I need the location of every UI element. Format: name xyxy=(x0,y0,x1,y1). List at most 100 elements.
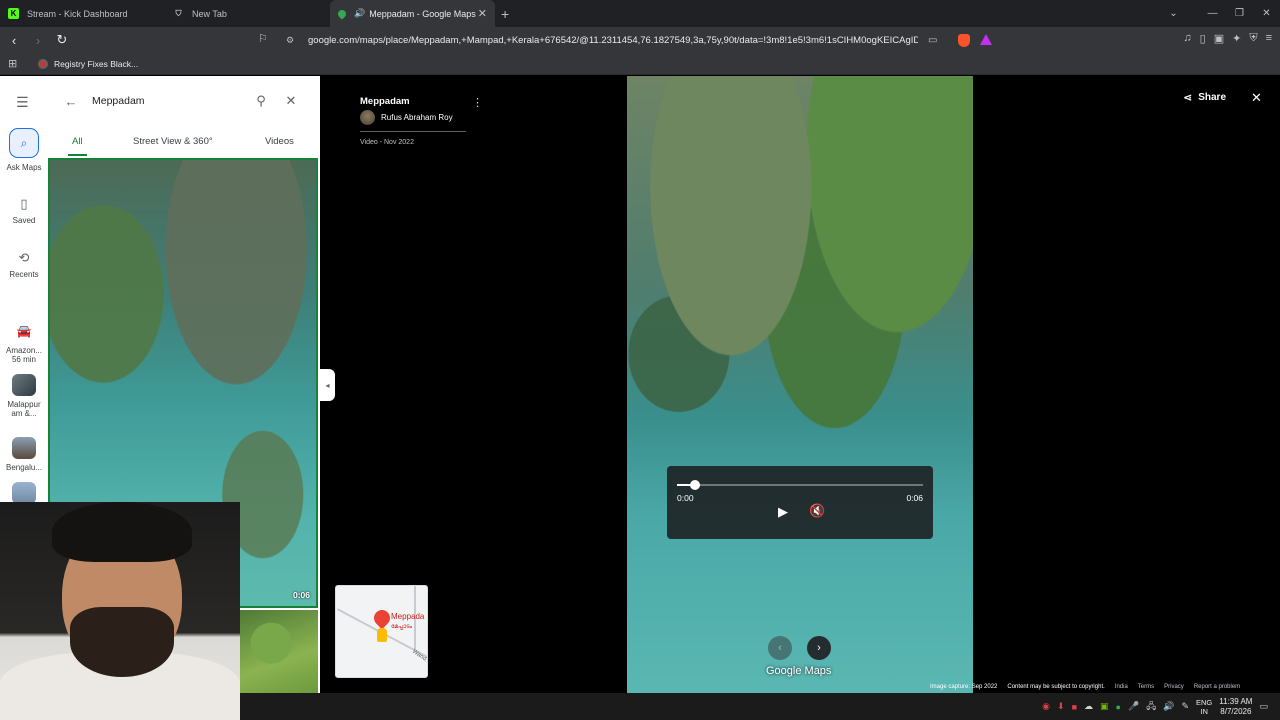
windows-taskbar: ◉ ⬇ ■ ☁ ▣ ● 🎤 🖧 🔊 ✎ ENG IN 11:39 AM 8/7/20… xyxy=(240,693,1280,720)
bookmark-icon: ▯ xyxy=(20,196,28,211)
contributor[interactable]: Rufus Abraham Roy xyxy=(360,110,453,125)
url-text[interactable]: google.com/maps/place/Meppadam,+Mampad,+… xyxy=(308,35,918,46)
next-media-button[interactable]: › xyxy=(807,636,831,660)
pegman-icon xyxy=(377,628,387,642)
sidebar-icon[interactable]: ▯ xyxy=(1200,32,1206,45)
language-indicator[interactable]: ENG IN xyxy=(1196,698,1212,716)
google-maps-logo: Google Maps xyxy=(766,665,832,677)
copyright-notice: Content may be subject to copyright. xyxy=(1007,684,1105,690)
rail-item-ask-maps[interactable]: ⌕ Ask Maps xyxy=(0,128,48,172)
video-controls: 0:00 0:06 ▶ 🔇 xyxy=(667,466,933,539)
tab-kick-dashboard[interactable]: K Stream - Kick Dashboard xyxy=(0,0,165,27)
brave-shields-icon[interactable] xyxy=(958,34,970,47)
rail-item-label: Bengalu... xyxy=(5,463,43,472)
seek-bar[interactable] xyxy=(677,484,923,486)
close-icon[interactable]: ✕ xyxy=(276,93,306,109)
volume-muted-icon[interactable]: 🔇 xyxy=(809,503,825,519)
media-controls-icon[interactable]: ♫ xyxy=(1183,32,1191,45)
minimize-icon[interactable]: — xyxy=(1199,8,1226,19)
system-tray: ◉ ⬇ ■ ☁ ▣ ● 🎤 🖧 🔊 ✎ ENG IN 11:39 AM 8/7/20… xyxy=(1042,693,1268,720)
site-info-icon[interactable]: ⚙ xyxy=(286,35,300,46)
rail-item-bengaluru[interactable]: Bengalu... xyxy=(0,437,48,472)
image-capture-date: Image capture: Sep 2022 xyxy=(930,684,998,690)
search-input[interactable]: Meppadam xyxy=(86,95,246,107)
rail-item-recents[interactable]: ⟲ Recents xyxy=(0,250,48,279)
mic-tray-icon[interactable]: 🎤 xyxy=(1128,701,1139,712)
current-time: 0:00 xyxy=(677,493,694,503)
forward-icon[interactable]: › xyxy=(28,33,48,48)
mini-map[interactable]: Meppada മേപ്പാടം Wand... xyxy=(335,585,428,678)
contributor-name: Rufus Abraham Roy xyxy=(381,113,453,122)
more-options-icon[interactable]: ⋮ xyxy=(472,96,483,109)
clock[interactable]: 11:39 AM 8/7/2026 xyxy=(1219,697,1252,717)
tab-new-tab[interactable]: ⛉ New Tab xyxy=(165,0,330,27)
rail-item-malappuram[interactable]: Malappur am &... xyxy=(0,374,48,418)
tab-videos[interactable]: Videos xyxy=(265,132,294,151)
cloud-tray-icon[interactable]: ☁ xyxy=(1084,701,1093,712)
rail-item-saved[interactable]: ▯ Saved xyxy=(0,196,48,225)
close-window-icon[interactable]: ✕ xyxy=(1253,8,1280,19)
reload-icon[interactable]: ↻ xyxy=(52,32,72,48)
network-tray-icon[interactable]: 🖧 xyxy=(1146,699,1156,715)
photo-thumbnail[interactable] xyxy=(240,610,318,693)
bookmark-label: Registry Fixes Black... xyxy=(54,58,139,69)
bookmark-registry-fixes[interactable]: Registry Fixes Black... xyxy=(38,58,139,69)
download-tray-icon[interactable]: ⬇ xyxy=(1057,701,1065,712)
rail-item-label: Malappur xyxy=(7,400,41,409)
map-pin-icon xyxy=(370,606,394,630)
back-icon[interactable]: ‹ xyxy=(4,33,24,48)
play-icon[interactable]: ▶ xyxy=(778,504,788,520)
tab-street-view[interactable]: Street View & 360° xyxy=(133,132,213,151)
restore-icon[interactable]: ❐ xyxy=(1226,8,1253,19)
close-tab-icon[interactable]: ✕ xyxy=(478,7,487,20)
menu-icon[interactable]: ≡ xyxy=(1266,32,1272,45)
volume-tray-icon[interactable]: 🔊 xyxy=(1163,701,1174,712)
address-bar[interactable]: ⚙ google.com/maps/place/Meppadam,+Mampad… xyxy=(282,30,972,50)
rail-item-label: Recents xyxy=(9,270,39,279)
audio-playing-icon[interactable]: 🔊 xyxy=(354,8,365,19)
browser-toolbar: ‹ › ↻ ⚐ ⚙ google.com/maps/place/Meppadam… xyxy=(0,27,1280,53)
webcam-overlay xyxy=(0,502,240,720)
pen-tray-icon[interactable]: ✎ xyxy=(1181,701,1189,712)
close-viewer-icon[interactable]: ✕ xyxy=(1251,90,1262,106)
previous-media-button[interactable]: ‹ xyxy=(768,636,792,660)
tab-all[interactable]: All xyxy=(68,132,86,156)
bookmark-page-icon[interactable]: ⚐ xyxy=(258,32,268,45)
collapse-panel-button[interactable]: ◂ xyxy=(320,369,335,401)
recording-tray-icon[interactable]: ■ xyxy=(1072,702,1077,712)
footer-link-india[interactable]: India xyxy=(1115,684,1128,690)
leo-ai-icon[interactable]: ✦ xyxy=(1232,32,1241,45)
wallet-icon[interactable]: ▣ xyxy=(1214,32,1224,45)
avatar xyxy=(360,110,375,125)
share-button[interactable]: ⋖ Share xyxy=(1183,91,1226,104)
brave-rewards-icon[interactable] xyxy=(980,34,992,45)
car-icon: 🚘 xyxy=(16,324,32,338)
tab-google-maps[interactable]: 🔊 Meppadam - Google Maps ✕ xyxy=(330,0,495,27)
place-thumbnail xyxy=(12,482,36,504)
status-tray-icon[interactable]: ● xyxy=(1116,702,1121,712)
chrome-tray-icon[interactable]: ◉ xyxy=(1042,701,1050,712)
rail-item-amazon[interactable]: 🚘 Amazon... 56 min xyxy=(0,320,48,364)
tab-search-icon[interactable]: ⌄ xyxy=(1160,8,1187,19)
hamburger-menu-icon[interactable]: ☰ xyxy=(16,94,29,111)
footer-link-report[interactable]: Report a problem xyxy=(1194,684,1240,690)
footer-link-terms[interactable]: Terms xyxy=(1138,684,1154,690)
install-app-icon[interactable]: ▭ xyxy=(928,35,937,46)
video-player[interactable] xyxy=(627,76,973,693)
rail-item-label: Ask Maps xyxy=(6,163,42,172)
apps-grid-icon[interactable]: ⊞ xyxy=(8,57,22,70)
seek-handle[interactable] xyxy=(690,480,700,490)
vpn-icon[interactable]: ⛨ xyxy=(1249,32,1257,45)
place-title[interactable]: Meppadam xyxy=(360,96,410,107)
rail-item-label: Saved xyxy=(12,216,36,225)
new-tab-button[interactable]: + xyxy=(501,6,509,22)
maps-left-rail: ☰ ⌕ Ask Maps ▯ Saved ⟲ Recents 🚘 Amazon.… xyxy=(0,76,48,504)
bookmark-favicon-icon xyxy=(38,58,48,69)
back-arrow-icon[interactable]: ← xyxy=(56,94,86,109)
footer-link-privacy[interactable]: Privacy xyxy=(1164,684,1184,690)
window-controls: ⌄ — ❐ ✕ xyxy=(1160,0,1280,27)
notifications-icon[interactable]: ▭ xyxy=(1259,701,1268,712)
search-icon[interactable]: ⚲ xyxy=(246,93,276,109)
nvidia-tray-icon[interactable]: ▣ xyxy=(1100,701,1109,712)
browser-tab-bar: K Stream - Kick Dashboard ⛉ New Tab 🔊 Me… xyxy=(0,0,1280,27)
